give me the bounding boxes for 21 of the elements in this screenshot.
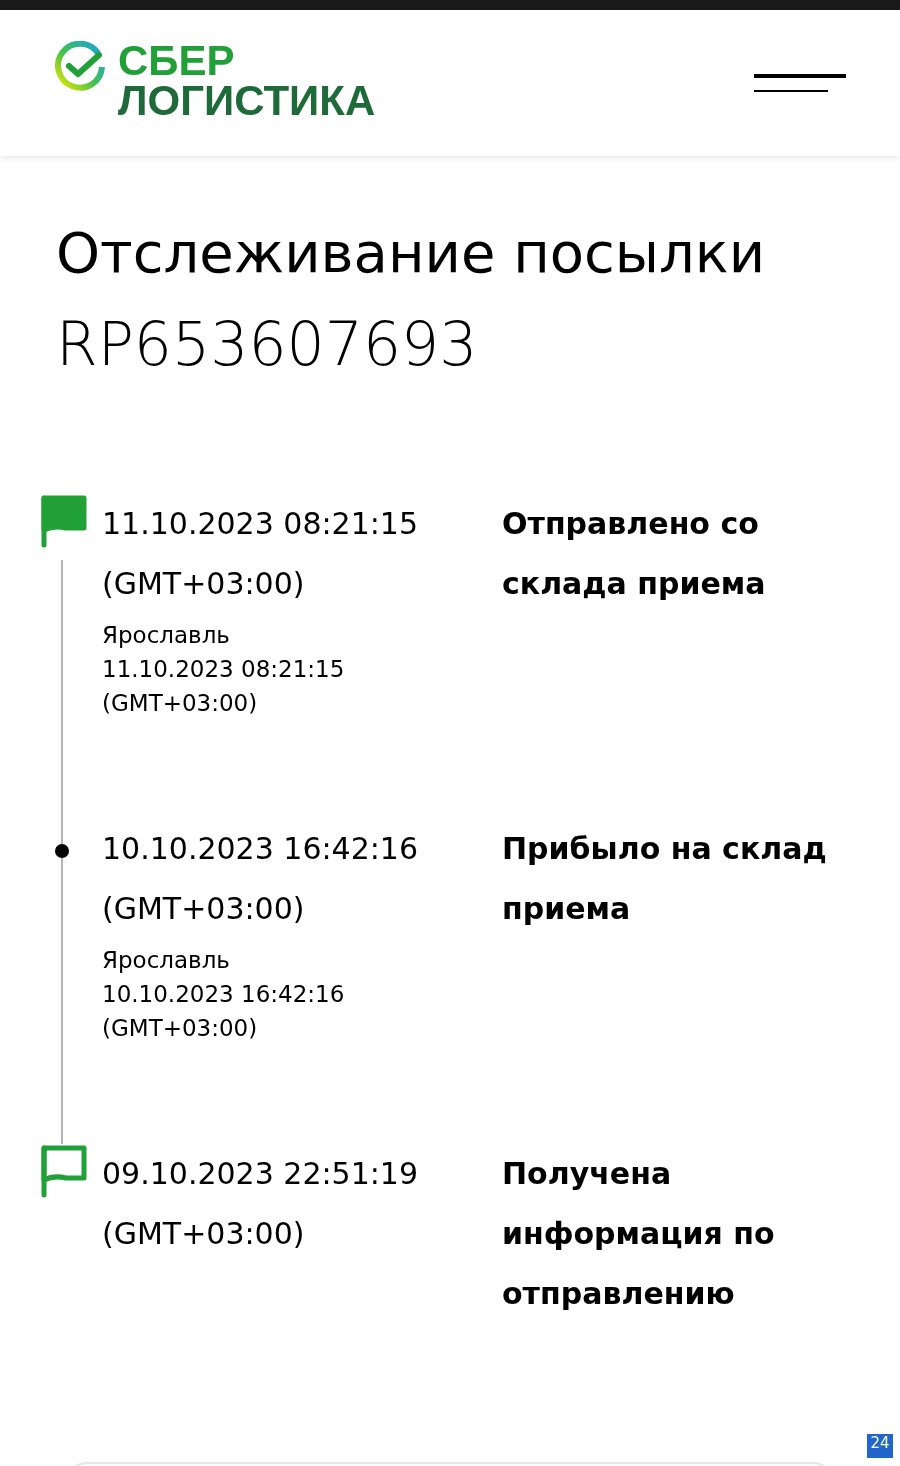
event-detail: Ярославль <box>102 621 231 650</box>
event-date: 10.10.2023 16:42:16 <box>102 830 420 868</box>
event-detail: (GMT+03:00) <box>102 1014 259 1043</box>
event-timezone: (GMT+03:00) <box>102 565 306 603</box>
event-detail: (GMT+03:00) <box>102 689 259 718</box>
tracking-number: RP653607693 <box>56 308 479 381</box>
logo[interactable]: СБЕР ЛОГИСТИКА <box>54 41 376 121</box>
event-date: 11.10.2023 08:21:15 <box>102 505 420 543</box>
event-detail: 10.10.2023 16:42:16 <box>102 980 346 1009</box>
event-status: Прибыло на склад приема <box>502 830 828 928</box>
page-title: Отслеживание посылки <box>56 219 767 287</box>
event-date: 09.10.2023 22:51:19 <box>102 1155 420 1193</box>
app-badge: 24 <box>867 1434 893 1458</box>
event-timezone: (GMT+03:00) <box>102 890 306 928</box>
event-timezone: (GMT+03:00) <box>102 1215 306 1253</box>
logo-text: ЛОГИСТИКА <box>118 81 376 121</box>
event-status: Получена информация по отправлению <box>502 1155 776 1313</box>
event-detail: 11.10.2023 08:21:15 <box>102 655 346 684</box>
logo-text: СБЕР <box>118 41 236 81</box>
event-detail: Ярославль <box>102 946 231 975</box>
event-status: Отправлено со склада приема <box>502 505 767 603</box>
